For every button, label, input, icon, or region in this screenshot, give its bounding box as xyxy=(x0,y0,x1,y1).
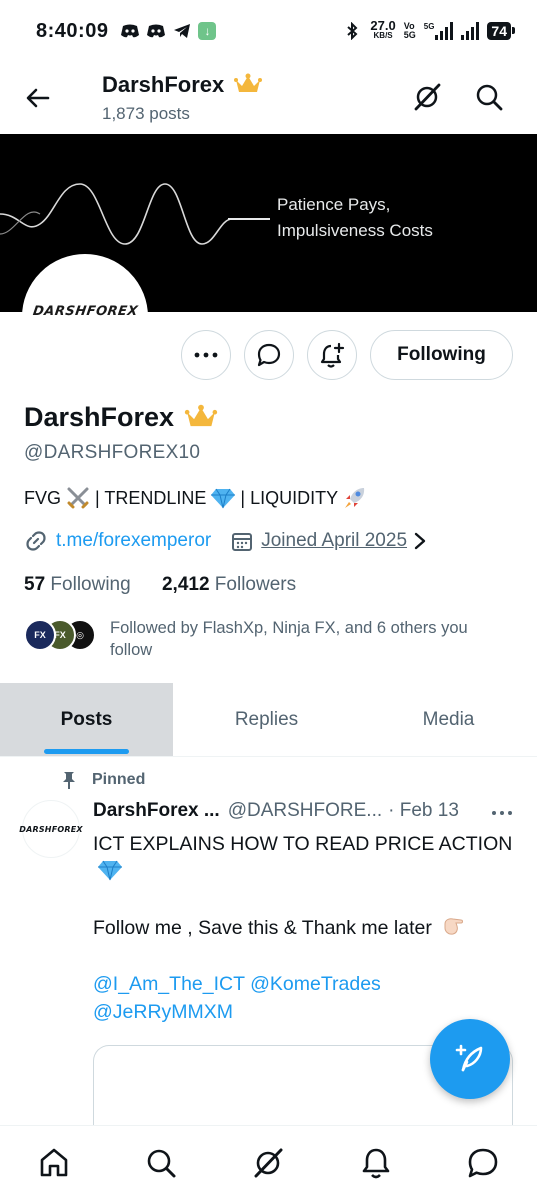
joined-date[interactable]: Joined April 2025 xyxy=(261,530,407,552)
post-author-handle[interactable]: @DARSHFORE... xyxy=(228,800,382,822)
gem-icon xyxy=(98,860,122,881)
status-time: 8:40:09 xyxy=(36,19,109,42)
mutual-avatars: FX FX ◎ xyxy=(24,617,98,651)
message-button[interactable] xyxy=(244,330,294,380)
battery-indicator: 74 xyxy=(487,22,515,40)
chat-bubble-icon xyxy=(257,343,281,367)
pin-icon xyxy=(63,772,75,789)
signal-2-icon xyxy=(461,22,480,40)
nav-search[interactable] xyxy=(141,1143,181,1183)
profile-website-link[interactable]: t.me/forexemperor xyxy=(56,530,211,552)
status-bar: 8:40:09 ↓ 27.0 KB/S Vo 5G 5G 74 xyxy=(0,0,537,62)
crown-icon xyxy=(234,73,263,92)
bell-icon xyxy=(362,1148,390,1179)
notify-button[interactable] xyxy=(307,330,357,380)
discord-icon-2 xyxy=(146,22,166,40)
grok-icon xyxy=(254,1148,283,1178)
nav-grok[interactable] xyxy=(248,1143,288,1183)
telegram-icon xyxy=(172,22,192,40)
bell-plus-icon xyxy=(320,342,345,368)
pointing-hand-icon xyxy=(444,918,464,935)
back-button[interactable] xyxy=(24,84,52,112)
profile-avatar[interactable]: DARSHFOREX xyxy=(22,254,148,380)
tab-posts[interactable]: Posts xyxy=(0,683,173,756)
volte-indicator: Vo 5G xyxy=(403,21,416,40)
more-dots-icon xyxy=(194,352,218,358)
post-header: DarshForex ... @DARSHFORE... · Feb 13 xyxy=(93,800,513,822)
rocket-icon xyxy=(345,488,365,508)
feather-plus-icon xyxy=(455,1044,483,1072)
arrow-left-icon xyxy=(26,88,50,108)
profile-handle: @DARSHFOREX10 xyxy=(24,442,201,463)
download-icon: ↓ xyxy=(198,22,217,40)
profile-header: DarshForex 1,873 posts xyxy=(0,62,537,134)
crossed-swords-icon xyxy=(67,487,89,509)
search-button[interactable] xyxy=(474,82,504,112)
post-author-avatar[interactable]: DARSHFOREX xyxy=(19,800,83,858)
followers-stat[interactable]: 2,412 Followers xyxy=(162,574,296,595)
chat-bubble-icon xyxy=(468,1148,498,1178)
post-more-button[interactable] xyxy=(491,800,513,822)
post-date[interactable]: · Feb 13 xyxy=(388,800,459,822)
profile-links: t.me/forexemperor Joined April 2025 xyxy=(24,529,427,553)
active-tab-indicator xyxy=(44,749,129,754)
header-title: DarshForex xyxy=(102,72,264,98)
chevron-right-icon xyxy=(414,532,426,550)
mention-link[interactable]: @JeRRyMMXM xyxy=(93,1001,233,1023)
post-text[interactable]: ICT EXPLAINS HOW TO READ PRICE ACTION Fo… xyxy=(93,830,513,1026)
tab-replies[interactable]: Replies xyxy=(173,683,360,756)
pinned-indicator: Pinned xyxy=(60,770,145,790)
profile-name: DarshForex xyxy=(24,402,220,433)
crown-icon xyxy=(184,404,218,426)
bluetooth-icon xyxy=(342,22,362,40)
post-count: 1,873 posts xyxy=(102,104,190,123)
mention-link[interactable]: @I_Am_The_ICT xyxy=(93,973,245,995)
banner-quote: Patience Pays, Impulsiveness Costs xyxy=(277,195,433,240)
profile-bio: FVG | TRENDLINE | LIQUIDITY xyxy=(24,485,368,511)
compose-post-button[interactable] xyxy=(430,1019,510,1099)
mutual-avatar: FX xyxy=(24,619,56,651)
search-icon xyxy=(476,84,503,111)
following-button[interactable]: Following xyxy=(370,330,513,380)
network-speed: 27.0 KB/S xyxy=(370,18,396,40)
profile-tabs: Posts Replies Media xyxy=(0,683,537,757)
following-stat[interactable]: 57 Following xyxy=(24,574,131,595)
mention-link[interactable]: @KomeTrades xyxy=(250,973,381,995)
more-options-button[interactable] xyxy=(181,330,231,380)
discord-icon xyxy=(120,22,140,40)
nav-notifications[interactable] xyxy=(356,1143,396,1183)
nav-home[interactable] xyxy=(34,1143,74,1183)
calendar-icon xyxy=(232,533,253,551)
profile-stats: 57 Following 2,412 Followers xyxy=(24,574,296,596)
gem-icon xyxy=(211,488,236,509)
bottom-navigation xyxy=(0,1125,537,1200)
more-dots-icon xyxy=(492,811,512,815)
tab-media[interactable]: Media xyxy=(360,683,537,756)
link-icon xyxy=(26,531,46,551)
avatar-logo: DARSHFOREX xyxy=(31,303,139,319)
grok-icon xyxy=(414,83,441,111)
post-author-name[interactable]: DarshForex ... xyxy=(93,800,220,822)
followed-by-text: Followed by FlashXp, Ninja FX, and 6 oth… xyxy=(110,619,468,659)
followed-by-row[interactable]: FX FX ◎ Followed by FlashXp, Ninja FX, a… xyxy=(24,617,514,661)
nav-messages[interactable] xyxy=(463,1143,503,1183)
home-icon xyxy=(40,1148,67,1177)
search-icon xyxy=(147,1149,176,1178)
signal-1-icon: 5G xyxy=(424,22,454,40)
grok-button[interactable] xyxy=(412,82,442,112)
wave-graphic xyxy=(0,183,270,245)
